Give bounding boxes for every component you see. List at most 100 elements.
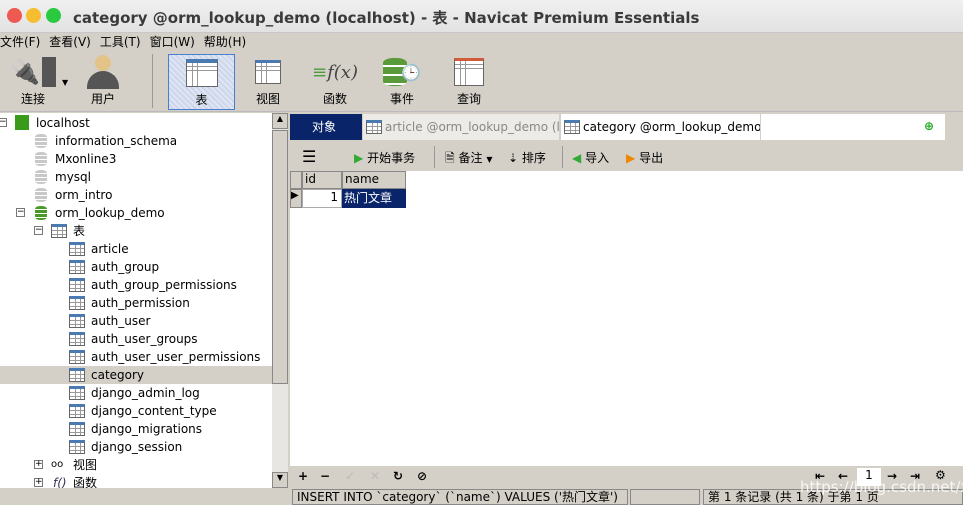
tree-label: django_content_type [91, 404, 217, 418]
database-icon [35, 188, 47, 202]
tree-functions-folder[interactable]: + f() 函数 [0, 474, 272, 488]
apply-icon[interactable]: ✓ [345, 469, 355, 483]
tab-category[interactable]: category @orm_lookup_demo ... [561, 114, 760, 140]
tree-label: localhost [36, 116, 90, 130]
new-tab-icon[interactable]: ⊕ [924, 119, 934, 133]
menu-bar: 文件(F) 查看(V) 工具(T) 窗口(W) 帮助(H) [0, 33, 963, 50]
tree-database-Mxonline3[interactable]: Mxonline3 [0, 150, 272, 168]
cell-name[interactable]: 热门文章 [342, 189, 406, 208]
tree-label: auth_group [91, 260, 160, 274]
menu-tools[interactable]: 工具(T) [100, 35, 141, 49]
database-icon [35, 152, 47, 166]
stop-icon[interactable]: ⊘ [417, 469, 427, 483]
note-icon: 🗎 [445, 151, 455, 165]
sort-button[interactable]: ⇣ 排序 [508, 149, 546, 166]
menu-file[interactable]: 文件(F) [0, 35, 40, 49]
collapse-icon: − [16, 207, 25, 217]
user-icon [70, 54, 136, 90]
event-label: 事件 [389, 92, 414, 106]
add-record-icon[interactable]: + [298, 469, 308, 483]
table-icon [69, 350, 85, 364]
tree-table-auth_user_user_permissions[interactable]: auth_user_user_permissions [0, 348, 272, 366]
tab-article[interactable]: article @orm_lookup_demo (l... [363, 114, 559, 140]
refresh-icon[interactable]: ↻ [393, 469, 403, 483]
tree-table-auth_user[interactable]: auth_user [0, 312, 272, 330]
function-label: 函数 [322, 92, 347, 106]
tree-database-orm_lookup_demo[interactable]: − orm_lookup_demo [0, 204, 272, 222]
column-header-id[interactable]: id [302, 171, 342, 189]
tree-table-category[interactable]: category [0, 366, 272, 384]
user-button[interactable]: 用户 [70, 54, 136, 110]
close-button[interactable] [7, 8, 22, 23]
menu-hamburger-icon[interactable]: ☰ [302, 147, 316, 166]
table-icon [69, 368, 85, 382]
view-button[interactable]: 视图 [235, 54, 301, 110]
view-glasses-icon [235, 54, 301, 90]
delete-record-icon[interactable]: − [320, 469, 330, 483]
tree-database-information_schema[interactable]: information_schema [0, 132, 272, 150]
tab-category-label: category @orm_lookup_demo ... [583, 120, 760, 134]
column-header-name[interactable]: name [342, 171, 406, 189]
import-button[interactable]: ◀ 导入 [572, 149, 609, 166]
note-button[interactable]: 🗎 备注 ▼ [445, 149, 492, 170]
tree-views-folder[interactable]: + oo 视图 [0, 456, 272, 474]
function-button[interactable]: ≡f(x) 函数 [302, 54, 368, 110]
event-button[interactable]: 🕒 事件 [369, 54, 435, 110]
table-button[interactable]: 表 [168, 54, 235, 110]
tree-label: auth_user_user_permissions [91, 350, 261, 364]
tree-database-mysql[interactable]: mysql [0, 168, 272, 186]
tree-table-auth_group[interactable]: auth_group [0, 258, 272, 276]
tab-filler [761, 114, 945, 140]
menu-window[interactable]: 窗口(W) [150, 35, 195, 49]
connection-dropdown-icon[interactable]: ▼ [62, 78, 68, 87]
maximize-button[interactable] [46, 8, 61, 23]
table-icon [69, 386, 85, 400]
menu-view[interactable]: 查看(V) [49, 35, 91, 49]
row-indicator-icon[interactable]: ▶ [290, 189, 302, 208]
tree-tables-folder[interactable]: − 表 [0, 222, 272, 240]
tree-label: category [91, 368, 145, 382]
sort-label: 排序 [521, 151, 546, 165]
tree-table-django_migrations[interactable]: django_migrations [0, 420, 272, 438]
table-icon [69, 332, 85, 346]
tree-label: orm_intro [55, 188, 113, 202]
scroll-up-button[interactable]: ▲ [272, 113, 288, 129]
tree-table-django_session[interactable]: django_session [0, 438, 272, 456]
table-icon [185, 59, 218, 87]
begin-transaction-button[interactable]: ▶ 开始事务 [354, 149, 415, 166]
tree-scrollbar[interactable]: ▲ ▼ [272, 113, 288, 488]
table-icon [69, 404, 85, 418]
tree-table-auth_permission[interactable]: auth_permission [0, 294, 272, 312]
tree-table-auth_group_permissions[interactable]: auth_group_permissions [0, 276, 272, 294]
tree-table-django_admin_log[interactable]: django_admin_log [0, 384, 272, 402]
watermark: https://blog.csdn.net/xujin [800, 478, 963, 496]
event-clock-icon: 🕒 [369, 54, 435, 90]
tab-objects[interactable]: 对象 [290, 114, 362, 140]
menu-help[interactable]: 帮助(H) [204, 35, 246, 49]
tree-label: auth_user_groups [91, 332, 198, 346]
tree-table-django_content_type[interactable]: django_content_type [0, 402, 272, 420]
minimize-button[interactable] [26, 8, 41, 23]
tree-table-auth_user_groups[interactable]: auth_user_groups [0, 330, 272, 348]
scroll-down-button[interactable]: ▼ [272, 472, 288, 488]
query-button[interactable]: 查询 [436, 54, 502, 110]
scroll-thumb[interactable] [272, 130, 288, 384]
view-label: 视图 [255, 92, 280, 106]
tree-connection-localhost[interactable]: − localhost [0, 114, 272, 132]
cell-id[interactable]: 1 [302, 189, 342, 208]
tree-table-article[interactable]: article [0, 240, 272, 258]
discard-icon[interactable]: ✕ [370, 469, 380, 483]
export-button[interactable]: ▶ 导出 [626, 149, 663, 166]
query-icon [436, 54, 502, 90]
function-icon: f() [53, 476, 67, 488]
tree-database-orm_intro[interactable]: orm_intro [0, 186, 272, 204]
object-tree: − localhost information_schema Mxonline3 mys… [0, 113, 272, 488]
table-icon [69, 260, 85, 274]
divider [434, 146, 435, 168]
expand-icon: + [34, 459, 43, 469]
database-icon [35, 206, 47, 220]
tree-label: mysql [55, 170, 91, 184]
table-icon [69, 242, 85, 256]
connection-button[interactable]: 🔌 连接 [0, 54, 66, 110]
table-icon [69, 278, 85, 292]
